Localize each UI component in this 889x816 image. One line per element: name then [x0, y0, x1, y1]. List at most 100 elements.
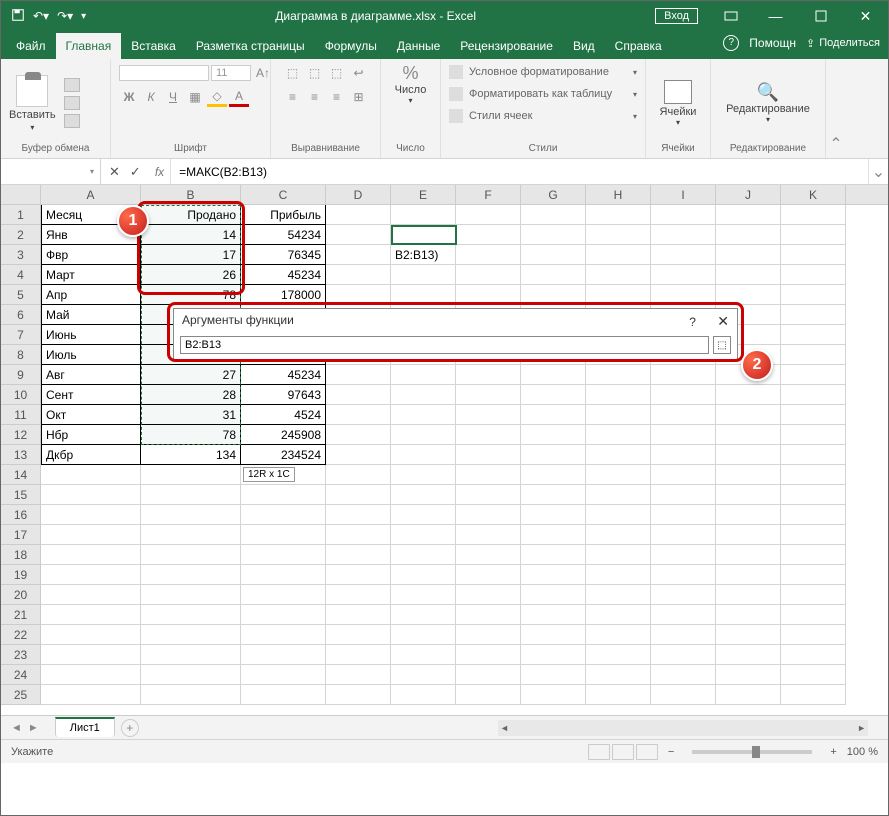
cell[interactable] — [781, 645, 846, 665]
cell[interactable] — [141, 625, 241, 645]
redo-icon[interactable]: ↷▾ — [57, 9, 73, 23]
cell[interactable] — [781, 405, 846, 425]
cell[interactable] — [651, 405, 716, 425]
row-header[interactable]: 20 — [1, 585, 41, 605]
cell[interactable] — [586, 465, 651, 485]
cell[interactable]: 245908 — [241, 425, 326, 445]
cell[interactable]: Фвр — [41, 245, 141, 265]
cell[interactable] — [326, 285, 391, 305]
cell[interactable] — [716, 385, 781, 405]
cell[interactable] — [141, 505, 241, 525]
cell[interactable]: 45234 — [241, 365, 326, 385]
cell[interactable] — [391, 685, 456, 705]
cell[interactable] — [521, 285, 586, 305]
name-box[interactable]: ▾ — [1, 159, 101, 184]
cell[interactable]: 97643 — [241, 385, 326, 405]
cell[interactable] — [521, 485, 586, 505]
cell[interactable]: 78 — [141, 425, 241, 445]
row-header[interactable]: 3 — [1, 245, 41, 265]
cell[interactable] — [586, 645, 651, 665]
tab-home[interactable]: Главная — [56, 33, 122, 59]
cell[interactable] — [391, 565, 456, 585]
cell[interactable] — [586, 405, 651, 425]
cell[interactable] — [586, 685, 651, 705]
cell[interactable] — [586, 245, 651, 265]
cell[interactable] — [241, 685, 326, 705]
cell[interactable] — [391, 425, 456, 445]
cell[interactable]: 178000 — [241, 285, 326, 305]
cell[interactable] — [456, 205, 521, 225]
cell[interactable] — [521, 605, 586, 625]
cell[interactable] — [781, 325, 846, 345]
add-sheet-button[interactable]: + — [121, 719, 139, 737]
cell[interactable] — [41, 625, 141, 645]
cell[interactable] — [326, 225, 391, 245]
cell[interactable] — [456, 565, 521, 585]
cell[interactable] — [781, 685, 846, 705]
cell[interactable]: Сент — [41, 385, 141, 405]
tab-help[interactable]: Справка — [605, 33, 672, 59]
cell[interactable] — [781, 265, 846, 285]
row-header[interactable]: 1 — [1, 205, 41, 225]
cell[interactable] — [391, 605, 456, 625]
format-as-table-button[interactable]: Форматировать как таблицу▾ — [449, 85, 637, 103]
cell[interactable] — [781, 365, 846, 385]
cell[interactable]: 4524 — [241, 405, 326, 425]
cell[interactable] — [521, 545, 586, 565]
row-header[interactable]: 19 — [1, 565, 41, 585]
cell-styles-button[interactable]: Стили ячеек▾ — [449, 107, 637, 125]
dialog-range-input[interactable] — [180, 336, 709, 354]
cell[interactable] — [141, 525, 241, 545]
col-header[interactable]: F — [456, 185, 521, 204]
row-header[interactable]: 23 — [1, 645, 41, 665]
cell[interactable] — [651, 625, 716, 645]
maximize-icon[interactable] — [798, 1, 843, 31]
row-header[interactable]: 5 — [1, 285, 41, 305]
cell[interactable] — [651, 505, 716, 525]
cut-icon[interactable] — [64, 78, 80, 92]
cell[interactable] — [326, 565, 391, 585]
row-header[interactable]: 7 — [1, 325, 41, 345]
enter-icon[interactable]: ✓ — [130, 164, 141, 180]
row-header[interactable]: 9 — [1, 365, 41, 385]
login-button[interactable]: Вход — [655, 8, 698, 24]
cell[interactable] — [521, 525, 586, 545]
col-header[interactable]: H — [586, 185, 651, 204]
cell[interactable] — [716, 685, 781, 705]
row-header[interactable]: 18 — [1, 545, 41, 565]
cell[interactable] — [716, 525, 781, 545]
cell[interactable] — [651, 605, 716, 625]
cell[interactable] — [716, 565, 781, 585]
spreadsheet-grid[interactable]: A B C D E F G H I J K 1МесяцПроданоПрибы… — [1, 185, 888, 715]
cell[interactable] — [41, 685, 141, 705]
col-header[interactable]: E — [391, 185, 456, 204]
qat-dropdown-icon[interactable]: ▾ — [81, 11, 86, 22]
cell[interactable] — [586, 425, 651, 445]
cell[interactable] — [521, 665, 586, 685]
cell[interactable] — [141, 605, 241, 625]
row-header[interactable]: 17 — [1, 525, 41, 545]
cell[interactable] — [391, 265, 456, 285]
cell[interactable] — [781, 625, 846, 645]
cell[interactable] — [521, 385, 586, 405]
cell[interactable]: 134 — [141, 445, 241, 465]
normal-view-icon[interactable] — [588, 744, 610, 760]
font-family-select[interactable] — [119, 65, 209, 81]
cell[interactable] — [456, 685, 521, 705]
cell[interactable]: 26 — [141, 265, 241, 285]
cell[interactable] — [326, 405, 391, 425]
cell[interactable]: Апр — [41, 285, 141, 305]
cell[interactable] — [781, 565, 846, 585]
tab-data[interactable]: Данные — [387, 33, 450, 59]
align-top-icon[interactable]: ⬚ — [283, 63, 303, 83]
cell[interactable] — [391, 505, 456, 525]
row-header[interactable]: 6 — [1, 305, 41, 325]
cell[interactable] — [456, 645, 521, 665]
cell[interactable] — [716, 505, 781, 525]
cell[interactable] — [651, 285, 716, 305]
cell[interactable]: 78 — [141, 285, 241, 305]
cell[interactable] — [586, 485, 651, 505]
cell[interactable]: Окт — [41, 405, 141, 425]
row-header[interactable]: 25 — [1, 685, 41, 705]
cell[interactable] — [586, 545, 651, 565]
